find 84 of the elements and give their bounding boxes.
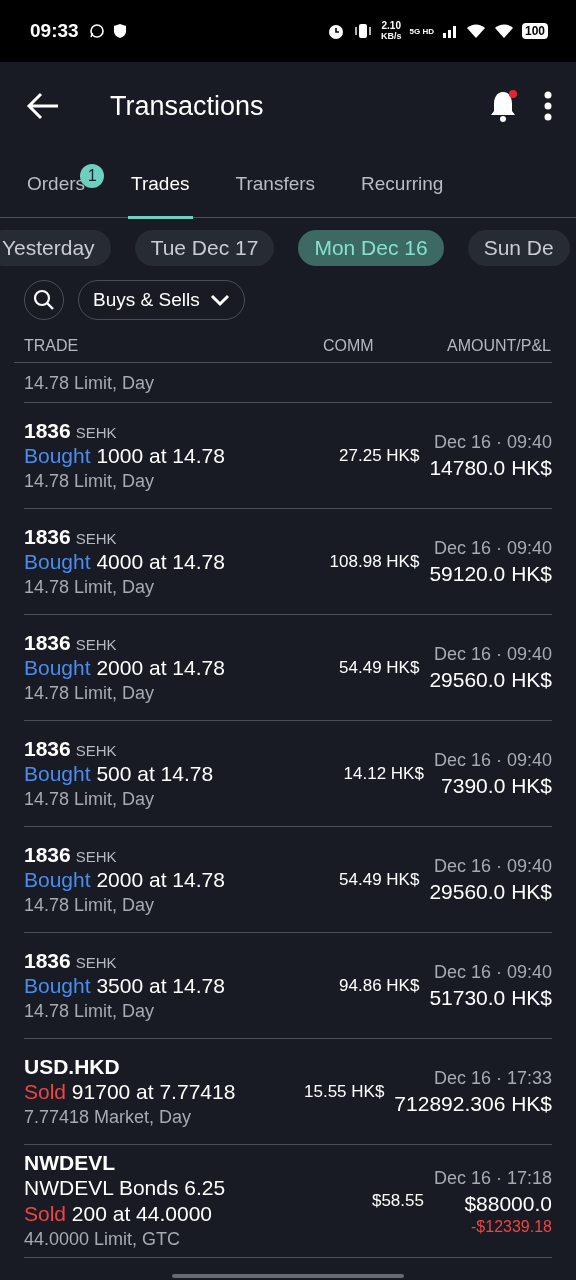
exchange-label: SEHK [75,847,117,865]
order-type: 14.78 Limit, Day [24,371,155,395]
trade-action: Bought 1000 at 14.78 [24,442,226,469]
exchange-label: SEHK [75,529,117,547]
trade-date: Dec 16 · 09:40 [432,642,552,666]
commission: 54.49 HK$ [338,869,420,890]
profit-loss: -$12339.18 [470,1218,552,1236]
shield-icon [112,23,127,39]
trade-symbol: 1836 [24,524,71,549]
wifi-icon [493,23,514,39]
exchange-label: SEHK [75,635,117,653]
network-speed: 2.10 KB/s [381,21,402,41]
network-label: 5G HD [409,26,434,36]
order-type: 14.78 Limit, Day [24,469,156,493]
column-header: TRADE [24,337,80,355]
trade-date: Dec 16 · 17:18 [433,1167,552,1190]
trade-symbol: 1836 [24,418,71,443]
trade-action: Bought 2000 at 14.78 [24,866,226,893]
order-type: 7.77418 Market, Day [24,1105,193,1129]
commission: 94.86 HK$ [338,975,420,996]
order-type: 14.78 Limit, Day [24,681,156,705]
signal-icon [441,24,458,38]
trade-symbol: USD.HKD [24,1054,120,1079]
order-type: 44.0000 Limit, GTC [24,1228,182,1251]
alarm-icon [327,22,345,40]
caret-icon [209,293,230,307]
order-type: 14.78 Limit, Day [24,893,156,917]
trade-symbol: NWDEVL [24,1151,115,1175]
order-type: 14.78 Limit, Day [24,999,156,1023]
exchange-label: SEHK [75,423,117,441]
tab[interactable]: Transfers [232,150,319,217]
screen-title: Transactions [110,90,264,122]
trade-amount: 29560.0 HK$ [429,666,552,693]
trade-action: Bought 3500 at 14.78 [24,972,226,999]
back-icon[interactable] [26,92,60,120]
vibrate-icon [353,22,373,40]
trade-amount: 14780.0 HK$ [429,454,552,481]
commission: 15.55 HK$ [303,1081,385,1102]
commission: 54.49 HK$ [338,657,420,678]
tab[interactable]: Recurring [358,150,447,217]
column-header: COMM [323,337,375,355]
chat-icon [88,23,105,39]
commission: 14.12 HK$ [342,763,424,784]
trade-action: Bought 4000 at 14.78 [24,548,226,575]
trade-symbol: 1836 [24,630,71,655]
commission: $58.55 [370,1191,424,1211]
trade-symbol: 1836 [24,948,71,973]
trade-date: Dec 16 · 09:40 [432,854,552,878]
column-header: AMOUNT/P&L [446,337,551,355]
exchange-label: SEHK [75,953,117,971]
trade-date: Dec 16 · 09:40 [432,960,552,984]
trade-amount: $88000.0 [463,1191,552,1217]
trade-description: NWDEVL Bonds 6.25 [24,1175,227,1201]
order-type: 14.78 Limit, Day [24,575,156,599]
trade-amount: 712892.306 HK$ [394,1090,552,1117]
date-chip[interactable]: Yesterday [0,230,111,266]
trade-amount: 29560.0 HK$ [429,878,552,905]
battery-level: 100 [521,23,548,39]
date-chip[interactable]: Sun De [467,230,570,266]
exchange-label: SEHK [75,741,117,759]
trade-date: Dec 16 · 09:40 [432,536,552,560]
date-chip[interactable]: Mon Dec 16 [298,230,444,266]
commission: 27.25 HK$ [338,445,420,466]
trade-action: Sold 91700 at 7.77418 [24,1078,237,1105]
trade-amount: 51730.0 HK$ [429,984,552,1011]
wifi-icon [465,23,486,39]
trade-date: Dec 16 · 09:40 [432,430,552,454]
trade-action: Sold 200 at 44.0000 [24,1201,213,1227]
date-chip[interactable]: Tue Dec 17 [134,230,275,266]
trade-symbol: 1836 [24,842,71,867]
trade-date: Dec 16 · 09:40 [433,748,552,772]
tab[interactable]: Trades [128,148,193,219]
trade-action: Bought 500 at 14.78 [24,760,215,787]
status-time: 09:33 [30,20,79,42]
trade-amount: 59120.0 HK$ [429,560,552,587]
more-icon[interactable] [544,91,552,121]
trade-symbol: 1836 [24,736,71,761]
trade-amount: 7390.0 HK$ [440,772,552,799]
commission: 108.98 HK$ [328,551,420,572]
bell-icon[interactable] [488,89,520,123]
trade-action: Bought 2000 at 14.78 [24,654,226,681]
order-type: 14.78 Limit, Day [24,787,156,811]
search-icon [33,289,55,311]
trade-date: Dec 16 · 17:33 [432,1066,552,1090]
